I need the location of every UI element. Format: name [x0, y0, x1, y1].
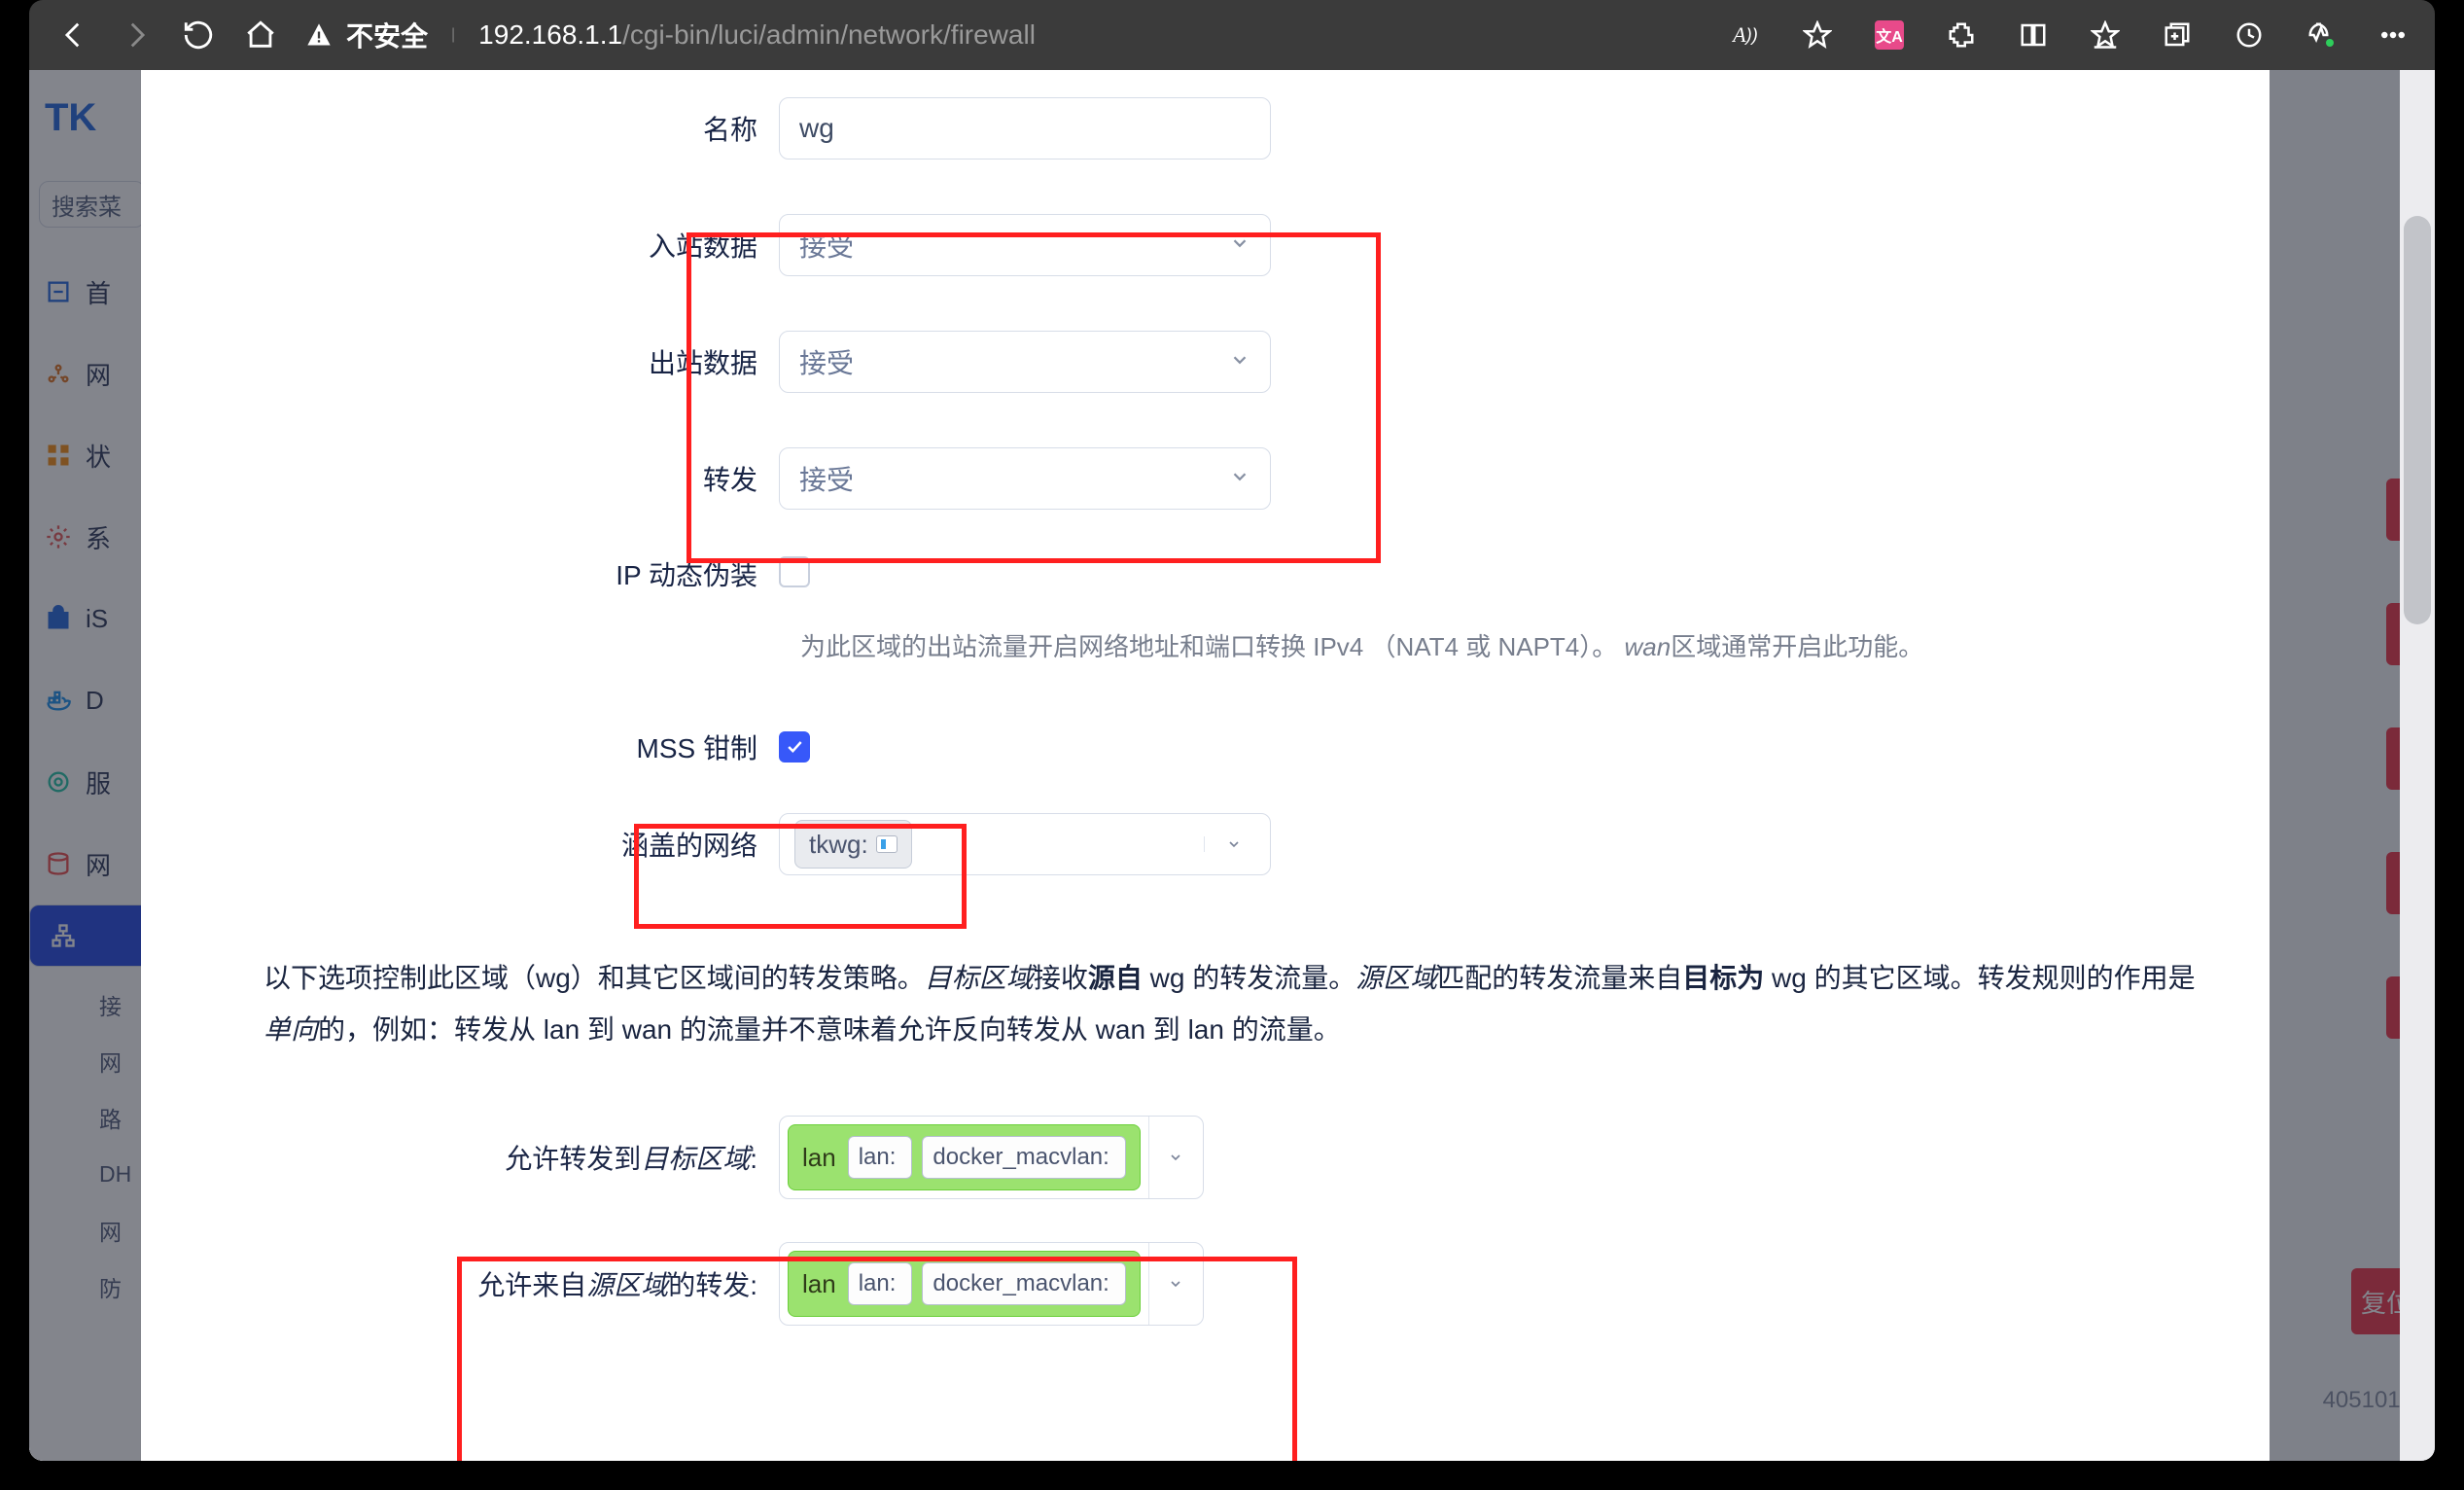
masq-checkbox[interactable]: [779, 556, 810, 587]
read-aloud-icon[interactable]: A)): [1731, 20, 1760, 50]
masq-help-text: 为此区域的出站流量开启网络地址和端口转换 IPv4 （NAT4 或 NAPT4）…: [800, 611, 2211, 703]
performance-icon[interactable]: [2306, 20, 2336, 50]
split-screen-icon[interactable]: [2019, 20, 2048, 50]
page-scrollbar[interactable]: [2400, 70, 2435, 1461]
browser-toolbar: 不安全 | 192.168.1.1/cgi-bin/luci/admin/net…: [29, 0, 2435, 70]
mss-checkbox[interactable]: [779, 731, 810, 763]
zone-edit-modal: 名称 入站数据 接受 出站数据: [141, 70, 2270, 1461]
sidebar-search-input[interactable]: 搜索菜: [39, 181, 145, 228]
outbound-select[interactable]: 接受: [779, 331, 1271, 393]
extensions-icon[interactable]: [1947, 20, 1976, 50]
label-outbound: 出站数据: [176, 342, 779, 381]
sidebar-item-istore[interactable]: iS: [29, 578, 145, 659]
label-masq: IP 动态伪装: [176, 554, 779, 593]
covered-networks-select[interactable]: tkwg:: [779, 813, 1271, 875]
history-icon[interactable]: [2235, 20, 2264, 50]
subnav-item-wireless[interactable]: 网: [99, 1033, 145, 1089]
subnav-item-dhcp[interactable]: DH: [99, 1146, 145, 1202]
chevron-down-icon: [1229, 346, 1250, 377]
home-button[interactable]: [243, 18, 278, 53]
zone-dest-chip[interactable]: lan lan: docker_macvlan:: [788, 1124, 1141, 1190]
insecure-warning-icon: [305, 21, 333, 49]
label-src-zones: 允许来自源区域的转发:: [176, 1264, 779, 1303]
label-inbound: 入站数据: [176, 226, 779, 265]
forward-button[interactable]: [119, 18, 154, 53]
chevron-down-icon: [1204, 836, 1262, 852]
insecure-label: 不安全: [346, 21, 428, 52]
sidebar-item-home[interactable]: 首: [29, 251, 145, 333]
subnav-item-firewall[interactable]: 防: [99, 1259, 145, 1315]
chevron-down-icon: [1229, 230, 1250, 261]
interface-icon: [876, 835, 898, 853]
subnav-item-interfaces[interactable]: 接: [99, 976, 145, 1033]
label-mss: MSS 钳制: [176, 727, 779, 766]
favorites-bar-icon[interactable]: [2091, 20, 2120, 50]
subnav-item-diag[interactable]: 网: [99, 1202, 145, 1259]
iface-chip-lan: lan:: [848, 1262, 913, 1305]
sidebar-item-netgui[interactable]: 网: [29, 333, 145, 414]
sidebar-item-services[interactable]: 服: [29, 741, 145, 823]
forward-select[interactable]: 接受: [779, 447, 1271, 510]
sidebar: TK 搜索菜 首 网 状 系 iS D 服 网 网 接 网 路 DH: [29, 70, 146, 1461]
subnav-item-routing[interactable]: 路: [99, 1089, 145, 1146]
label-name: 名称: [176, 109, 779, 148]
label-covered-networks: 涵盖的网络: [176, 825, 779, 864]
iface-chip-lan: lan:: [848, 1136, 913, 1179]
inbound-select[interactable]: 接受: [779, 214, 1271, 276]
brand-logo: TK: [29, 84, 145, 152]
zone-name: lan: [802, 1269, 836, 1299]
sidebar-item-docker[interactable]: D: [29, 659, 145, 741]
chevron-down-icon: [1229, 463, 1250, 494]
sidebar-item-netstorage[interactable]: 网: [29, 823, 145, 905]
covered-network-chip[interactable]: tkwg:: [794, 820, 912, 869]
collections-icon[interactable]: [2163, 20, 2192, 50]
name-input[interactable]: [779, 97, 1271, 160]
more-menu-icon[interactable]: [2378, 20, 2408, 50]
scroll-thumb[interactable]: [2404, 216, 2431, 624]
dest-zones-select[interactable]: lan lan: docker_macvlan:: [779, 1116, 1204, 1199]
back-button[interactable]: [56, 18, 91, 53]
refresh-button[interactable]: [181, 18, 216, 53]
sidebar-subnav: 接 网 路 DH 网 防: [29, 976, 145, 1315]
forward-policy-description: 以下选项控制此区域（wg）和其它区域间的转发策略。目标区域接收源自 wg 的转发…: [264, 952, 2211, 1055]
iface-chip-macvlan: docker_macvlan:: [922, 1136, 1125, 1179]
address-bar[interactable]: 不安全 | 192.168.1.1/cgi-bin/luci/admin/net…: [305, 16, 1036, 54]
iface-chip-macvlan: docker_macvlan:: [922, 1262, 1125, 1305]
sidebar-item-status[interactable]: 状: [29, 414, 145, 496]
sidebar-item-system[interactable]: 系: [29, 496, 145, 578]
src-zones-select[interactable]: lan lan: docker_macvlan:: [779, 1242, 1204, 1326]
favorite-icon[interactable]: [1803, 20, 1832, 50]
label-forward: 转发: [176, 459, 779, 498]
translate-badge-icon[interactable]: 文A: [1875, 20, 1904, 50]
zone-src-chip[interactable]: lan lan: docker_macvlan:: [788, 1251, 1141, 1317]
label-dest-zones: 允许转发到目标区域:: [176, 1138, 779, 1177]
url-display: 192.168.1.1/cgi-bin/luci/admin/network/f…: [478, 19, 1036, 51]
zone-name: lan: [802, 1143, 836, 1173]
